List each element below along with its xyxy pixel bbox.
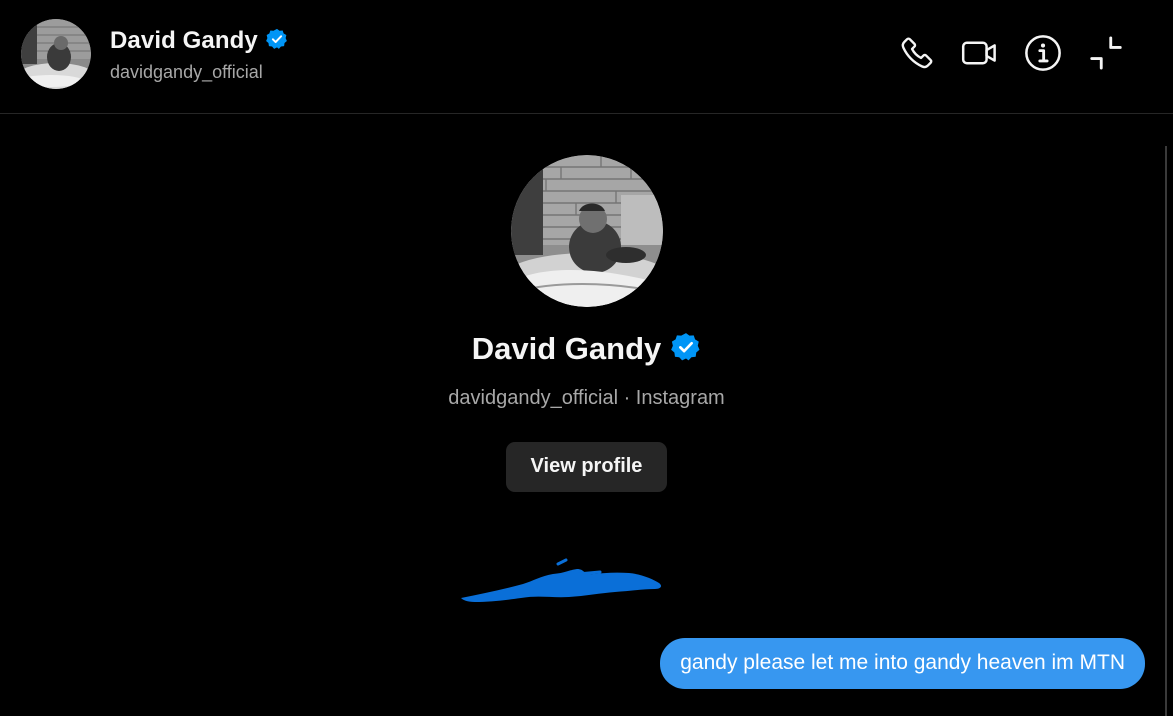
profile-card: David Gandy davidgandy_official · Instag… <box>0 155 1173 492</box>
header-display-name: David Gandy <box>110 27 258 54</box>
verified-badge-icon <box>671 332 701 367</box>
chat-header: David Gandy davidgandy_official <box>0 0 1173 114</box>
collapse-icon <box>1090 36 1122 70</box>
minimize-button[interactable] <box>1087 34 1125 72</box>
outgoing-message-bubble[interactable]: gandy please let me into gandy heaven im… <box>660 638 1145 689</box>
header-username: davidgandy_official <box>110 62 263 82</box>
phone-icon <box>901 37 933 69</box>
conversation-info-button[interactable] <box>1024 34 1062 72</box>
header-avatar[interactable] <box>21 19 91 89</box>
verified-badge-icon <box>265 28 288 55</box>
redaction-scribble <box>461 558 662 602</box>
profile-display-name: David Gandy <box>471 331 662 366</box>
view-profile-button[interactable]: View profile <box>505 442 668 492</box>
header-name-row[interactable]: David Gandy <box>110 27 288 55</box>
info-icon <box>1025 35 1061 71</box>
profile-photo <box>510 155 663 307</box>
avatar-photo <box>21 19 91 89</box>
profile-username-platform: davidgandy_official · Instagram <box>448 387 725 409</box>
video-camera-icon <box>961 41 996 65</box>
direct-message-window: David Gandy davidgandy_official David Ga… <box>0 0 1173 716</box>
profile-avatar <box>510 155 663 307</box>
profile-name-row: David Gandy <box>0 331 1173 367</box>
header-actions <box>898 34 1125 72</box>
video-call-button[interactable] <box>961 34 999 72</box>
phone-call-button[interactable] <box>898 34 936 72</box>
